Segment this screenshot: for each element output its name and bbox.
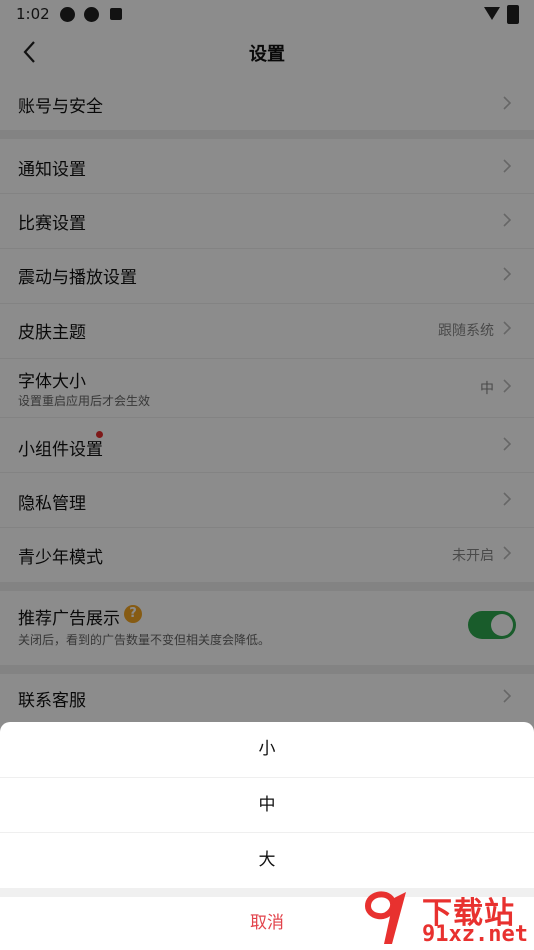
- watermark: 下载站 91xz.net: [362, 888, 532, 948]
- watermark-logo-icon: [364, 891, 406, 944]
- option-large[interactable]: 大: [0, 833, 534, 888]
- option-small[interactable]: 小: [0, 722, 534, 777]
- watermark-url: 91xz.net: [422, 922, 528, 947]
- option-medium[interactable]: 中: [0, 778, 534, 833]
